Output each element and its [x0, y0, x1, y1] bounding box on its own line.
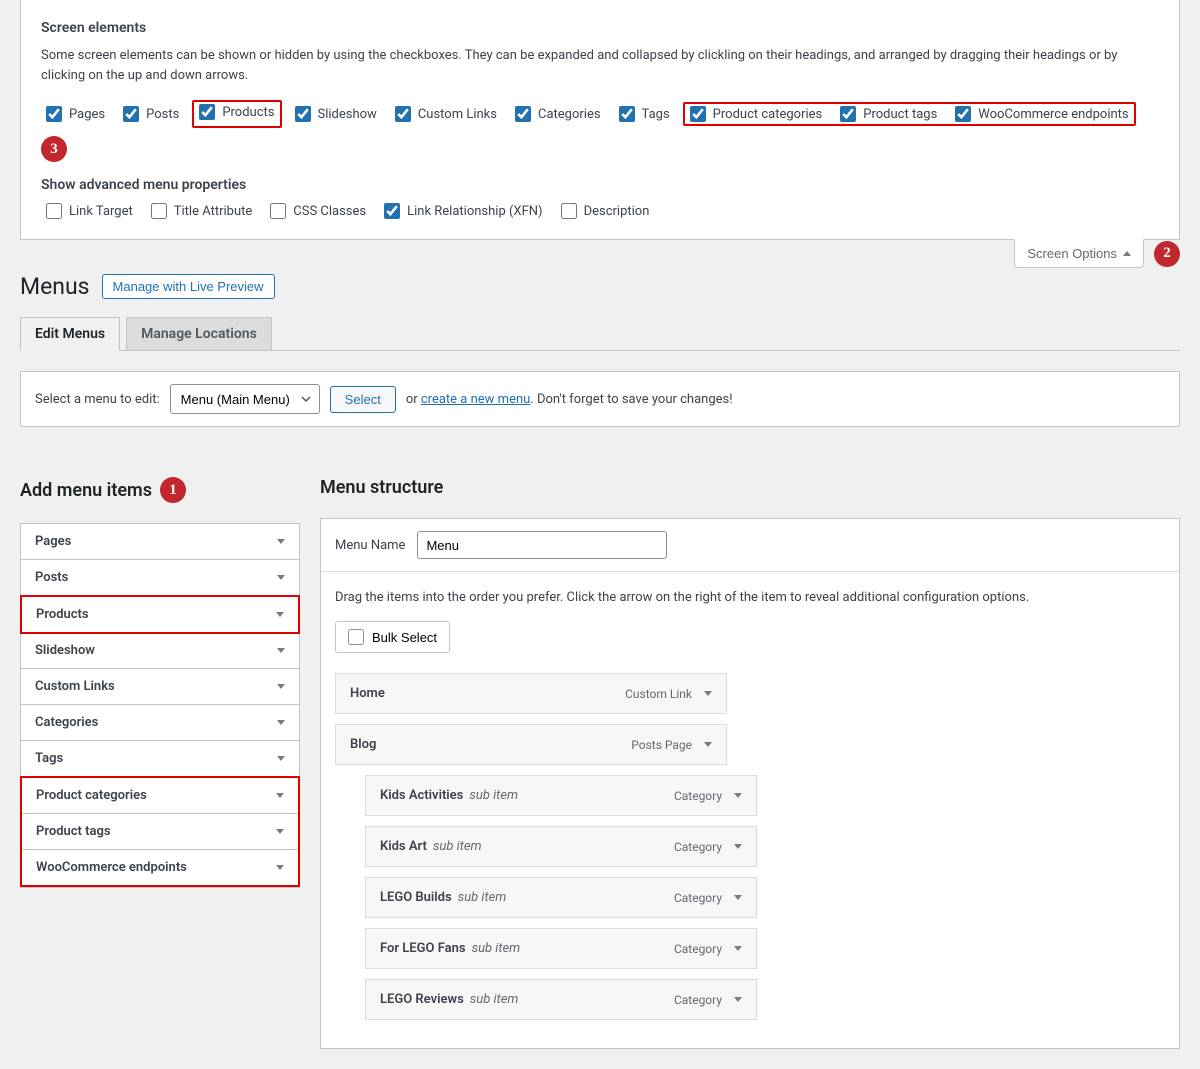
callout-3: 3 — [41, 136, 67, 162]
accordion-tags[interactable]: Tags — [21, 741, 299, 777]
checkbox-products-input[interactable] — [199, 104, 215, 120]
bulk-select-button[interactable]: Bulk Select — [335, 621, 450, 653]
checkbox-pages[interactable]: Pages — [41, 106, 110, 122]
menu-item-kids-activities[interactable]: Kids Activitiessub item Category — [365, 775, 757, 816]
manage-live-preview-button[interactable]: Manage with Live Preview — [102, 274, 275, 299]
checkbox-link-target[interactable]: Link Target — [41, 203, 138, 219]
checkbox-woocommerce-endpoints-input[interactable] — [955, 106, 971, 122]
menu-selector-bar: Select a menu to edit: Menu (Main Menu) … — [20, 371, 1180, 427]
chevron-down-icon — [734, 844, 742, 849]
accordion-pages[interactable]: Pages — [21, 524, 299, 560]
select-button[interactable]: Select — [330, 386, 396, 413]
chevron-down-icon — [734, 997, 742, 1002]
screen-options-panel: Screen elements Some screen elements can… — [20, 0, 1180, 240]
menu-name-label: Menu Name — [335, 538, 405, 553]
checkbox-link-target-input[interactable] — [46, 203, 62, 219]
screen-options-toggle[interactable]: Screen Options — [1014, 239, 1144, 268]
checkbox-product-categories[interactable]: Product categories — [685, 106, 828, 122]
bulk-select-checkbox[interactable] — [348, 629, 364, 645]
accordion-slideshow[interactable]: Slideshow — [21, 633, 299, 669]
chevron-down-icon — [276, 829, 284, 834]
chevron-down-icon — [277, 539, 285, 544]
advanced-properties-checkboxes: Link Target Title Attribute CSS Classes … — [41, 203, 1159, 219]
accordion-products[interactable]: Products — [20, 595, 300, 634]
chevron-down-icon — [277, 648, 285, 653]
accordion-custom-links[interactable]: Custom Links — [21, 669, 299, 705]
menu-select[interactable]: Menu (Main Menu) — [170, 384, 320, 414]
nav-tabs: Edit Menus Manage Locations — [20, 317, 1180, 351]
checkbox-products[interactable]: Products — [194, 104, 279, 120]
accordion-posts[interactable]: Posts — [21, 560, 299, 596]
tab-edit-menus[interactable]: Edit Menus — [20, 317, 120, 351]
menu-item-home[interactable]: Home Custom Link — [335, 673, 727, 714]
chevron-down-icon — [277, 684, 285, 689]
chevron-down-icon — [276, 793, 284, 798]
screen-elements-checkboxes: Pages Posts Products Slideshow Custom Li… — [41, 100, 1159, 162]
advanced-properties-heading: Show advanced menu properties — [41, 177, 1159, 193]
callout-1: 1 — [160, 477, 186, 503]
callout-2: 2 — [1154, 241, 1180, 267]
menu-item-for-lego-fans[interactable]: For LEGO Fanssub item Category — [365, 928, 757, 969]
screen-elements-heading: Screen elements — [41, 20, 1159, 36]
checkbox-posts-input[interactable] — [123, 106, 139, 122]
menu-structure-panel: Menu Name Drag the items into the order … — [320, 518, 1180, 1049]
menu-item-lego-reviews[interactable]: LEGO Reviewssub item Category — [365, 979, 757, 1020]
checkbox-tags-input[interactable] — [619, 106, 635, 122]
accordion-woocommerce-endpoints[interactable]: WooCommerce endpoints — [22, 850, 298, 885]
page-title: Menus — [20, 273, 90, 300]
chevron-down-icon — [277, 575, 285, 580]
screen-elements-description: Some screen elements can be shown or hid… — [41, 46, 1159, 85]
chevron-down-icon — [276, 865, 284, 870]
add-menu-items-heading: Add menu items — [20, 480, 152, 501]
checkbox-link-relationship[interactable]: Link Relationship (XFN) — [379, 203, 547, 219]
checkbox-pages-input[interactable] — [46, 106, 62, 122]
checkbox-custom-links-input[interactable] — [395, 106, 411, 122]
chevron-down-icon — [276, 612, 284, 617]
checkbox-description[interactable]: Description — [556, 203, 655, 219]
accordion-product-tags[interactable]: Product tags — [22, 814, 298, 850]
menu-item-lego-builds[interactable]: LEGO Buildssub item Category — [365, 877, 757, 918]
checkbox-product-tags-input[interactable] — [840, 106, 856, 122]
checkbox-description-input[interactable] — [561, 203, 577, 219]
caret-up-icon — [1123, 251, 1131, 256]
chevron-down-icon — [734, 895, 742, 900]
menu-item-kids-art[interactable]: Kids Artsub item Category — [365, 826, 757, 867]
checkbox-product-categories-input[interactable] — [690, 106, 706, 122]
menu-item-blog[interactable]: Blog Posts Page — [335, 724, 727, 765]
checkbox-title-attribute-input[interactable] — [151, 203, 167, 219]
chevron-down-icon — [277, 720, 285, 725]
menu-instructions: Drag the items into the order you prefer… — [335, 590, 1165, 605]
checkbox-tags[interactable]: Tags — [614, 106, 675, 122]
create-new-menu-link[interactable]: create a new menu — [421, 392, 530, 407]
accordion-product-categories[interactable]: Product categories — [22, 778, 298, 814]
page-header: Menus Manage with Live Preview — [0, 268, 1200, 302]
checkbox-slideshow[interactable]: Slideshow — [290, 106, 382, 122]
checkbox-title-attribute[interactable]: Title Attribute — [146, 203, 258, 219]
select-menu-label: Select a menu to edit: — [35, 392, 160, 407]
checkbox-css-classes-input[interactable] — [270, 203, 286, 219]
checkbox-product-tags[interactable]: Product tags — [835, 106, 942, 122]
checkbox-link-relationship-input[interactable] — [384, 203, 400, 219]
tab-manage-locations[interactable]: Manage Locations — [126, 317, 272, 351]
checkbox-categories-input[interactable] — [515, 106, 531, 122]
chevron-down-icon — [704, 691, 712, 696]
chevron-down-icon — [277, 756, 285, 761]
checkbox-css-classes[interactable]: CSS Classes — [265, 203, 371, 219]
accordion-categories[interactable]: Categories — [21, 705, 299, 741]
checkbox-posts[interactable]: Posts — [118, 106, 184, 122]
chevron-down-icon — [704, 742, 712, 747]
checkbox-categories[interactable]: Categories — [510, 106, 606, 122]
menu-name-input[interactable] — [417, 531, 667, 559]
chevron-down-icon — [734, 946, 742, 951]
checkbox-slideshow-input[interactable] — [295, 106, 311, 122]
chevron-down-icon — [734, 793, 742, 798]
add-menu-accordion: Pages Posts Products Slideshow Custom Li… — [20, 523, 300, 888]
checkbox-custom-links[interactable]: Custom Links — [390, 106, 502, 122]
checkbox-woocommerce-endpoints[interactable]: WooCommerce endpoints — [950, 106, 1133, 122]
menu-structure-heading: Menu structure — [320, 477, 1180, 498]
